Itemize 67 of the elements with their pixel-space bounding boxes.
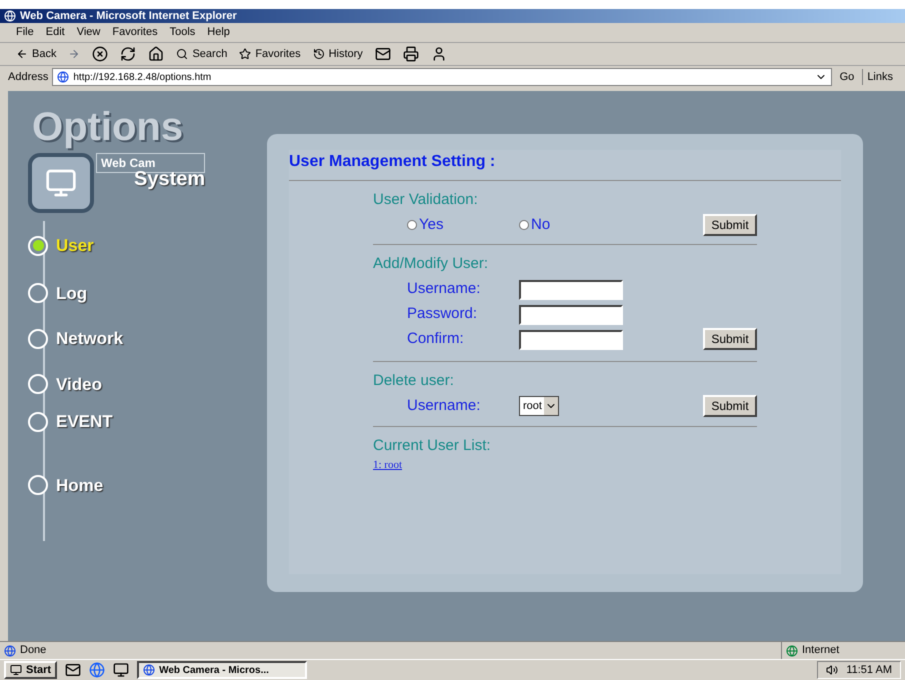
history-icon xyxy=(312,48,325,60)
radio-button[interactable] xyxy=(519,220,529,230)
nav-node-icon[interactable] xyxy=(28,328,48,349)
submit-button[interactable]: Submit xyxy=(703,328,757,350)
browser-icon xyxy=(143,664,156,676)
field-label: Username: xyxy=(407,279,482,300)
section-heading: Delete user: xyxy=(373,370,455,390)
page-icon xyxy=(57,71,70,83)
section-heading: Current User List: xyxy=(373,436,492,456)
zone-label: Internet xyxy=(802,643,840,658)
mail-icon[interactable] xyxy=(374,46,391,62)
section-heading: Add/Modify User: xyxy=(373,254,490,274)
input-field[interactable] xyxy=(519,280,623,300)
globe-icon xyxy=(786,644,798,656)
user-link[interactable]: 1: root xyxy=(373,457,402,474)
nav-node-icon[interactable] xyxy=(28,475,48,496)
menu-item[interactable]: Help xyxy=(207,24,230,41)
back-button[interactable]: Back xyxy=(16,46,56,62)
menu-item[interactable]: File xyxy=(16,24,34,41)
start-button[interactable]: Start xyxy=(4,661,58,679)
messenger-icon[interactable] xyxy=(430,46,447,62)
nav-node-icon[interactable] xyxy=(28,236,48,256)
refresh-icon[interactable] xyxy=(120,46,136,62)
input-field[interactable] xyxy=(519,304,623,324)
section-heading: User Validation: xyxy=(373,190,479,210)
menu-item[interactable]: Tools xyxy=(170,24,196,41)
volume-icon[interactable] xyxy=(826,664,838,676)
nav-node-icon[interactable] xyxy=(28,412,48,432)
quick-launch-icon[interactable] xyxy=(113,662,130,678)
star-icon xyxy=(239,48,252,60)
panel-title: User Management Setting : xyxy=(289,152,496,172)
menu-item[interactable]: View xyxy=(76,24,100,41)
field-label: Username: xyxy=(407,396,482,416)
submit-button[interactable]: Submit xyxy=(703,214,757,236)
user-dropdown[interactable]: root xyxy=(519,396,559,416)
radio-label: No xyxy=(531,214,550,234)
field-label: Password: xyxy=(407,304,478,324)
print-icon[interactable] xyxy=(402,46,419,62)
page-icon xyxy=(4,644,16,656)
address-field[interactable]: http://192.168.2.48/options.htm xyxy=(52,68,832,86)
search-button[interactable]: Search xyxy=(176,46,228,62)
back-arrow-icon xyxy=(16,48,28,60)
radio-button[interactable] xyxy=(407,220,417,230)
go-button[interactable]: Go xyxy=(836,68,858,86)
options-title: Options xyxy=(32,107,184,147)
stop-icon[interactable] xyxy=(92,46,108,62)
search-icon xyxy=(176,48,188,60)
browser-icon xyxy=(4,10,16,22)
input-field[interactable] xyxy=(519,330,623,350)
clock: 11:51 AM xyxy=(846,662,892,678)
quick-launch-icon[interactable] xyxy=(65,662,82,678)
links-button[interactable]: Links xyxy=(862,68,897,86)
address-label: Address xyxy=(8,70,48,85)
field-label: Confirm: xyxy=(407,329,465,350)
menu-item[interactable]: Favorites xyxy=(112,24,158,41)
window-title: Web Camera - Microsoft Internet Explorer xyxy=(20,10,237,22)
radio-label: Yes xyxy=(419,214,444,234)
submit-button[interactable]: Submit xyxy=(703,395,757,417)
taskbar-button[interactable]: Web Camera - Micros... xyxy=(137,661,308,679)
home-icon[interactable] xyxy=(148,46,164,62)
nav-node-icon[interactable] xyxy=(28,374,48,394)
forward-icon[interactable] xyxy=(68,48,80,60)
menu-item[interactable]: Edit xyxy=(46,24,65,41)
nav-node-icon[interactable] xyxy=(28,283,48,304)
status-text: Done xyxy=(20,643,48,658)
favorites-button[interactable]: Favorites xyxy=(239,46,301,62)
history-button[interactable]: History xyxy=(312,46,363,62)
